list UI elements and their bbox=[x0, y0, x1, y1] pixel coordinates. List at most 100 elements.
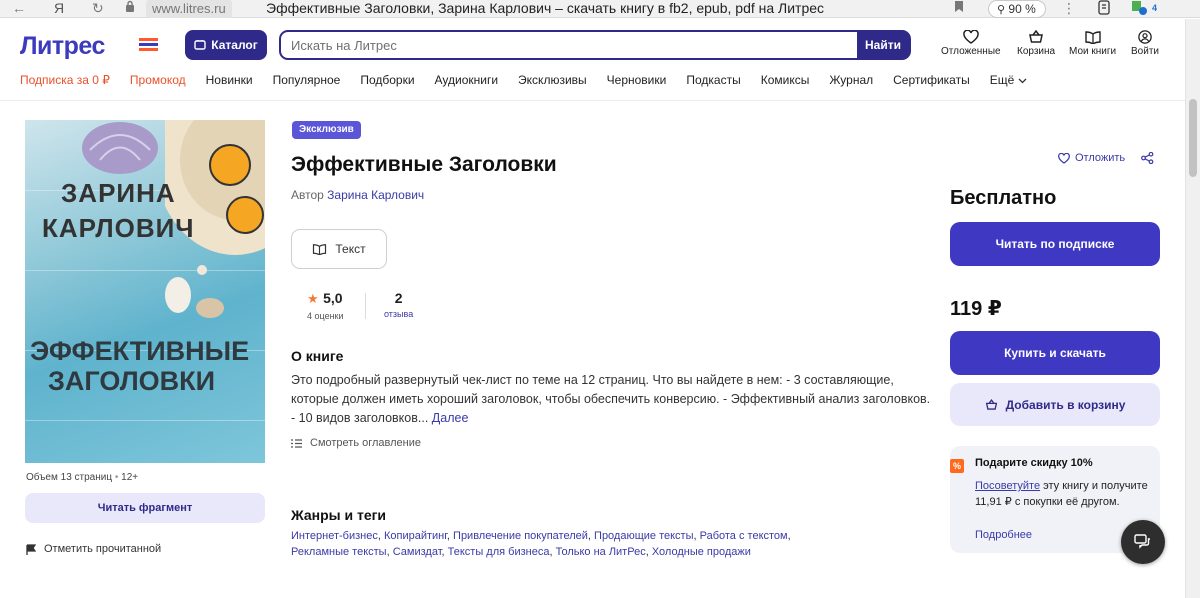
extension-badge: 4 bbox=[1152, 3, 1158, 13]
genre-tag[interactable]: Самиздат bbox=[393, 546, 442, 558]
chevron-down-icon bbox=[1018, 78, 1027, 84]
nav-journal[interactable]: Журнал bbox=[829, 73, 873, 89]
cover-title-line1: ЭФФЕКТИВНЫЕ bbox=[30, 336, 250, 366]
shell-illustration bbox=[82, 122, 158, 174]
defer-button[interactable]: Отложить bbox=[1058, 152, 1125, 164]
cover-author-line2: КАРЛОВИЧ bbox=[42, 213, 195, 243]
promo-more-link[interactable]: Подробнее bbox=[975, 529, 1032, 541]
chat-icon bbox=[1134, 534, 1150, 549]
genres-heading: Жанры и теги bbox=[291, 507, 387, 523]
genre-tag[interactable]: Продающие тексты bbox=[594, 530, 693, 542]
reviews-count: 2 bbox=[394, 290, 403, 306]
price: 119 ₽ bbox=[950, 298, 1002, 320]
catalog-label: Каталог bbox=[211, 38, 258, 52]
header-my-books-label: Мои книги bbox=[1069, 46, 1117, 57]
about-body: Это подробный развернутый чек-лист по те… bbox=[291, 373, 931, 425]
free-label: Бесплатно bbox=[950, 187, 1057, 209]
read-fragment-button[interactable]: Читать фрагмент bbox=[25, 493, 265, 523]
mark-read-link[interactable]: Отметить прочитанной bbox=[26, 543, 161, 555]
support-chat-button[interactable] bbox=[1121, 520, 1165, 564]
extension-icon[interactable] bbox=[1097, 0, 1111, 18]
nav-certificates[interactable]: Сертификаты bbox=[893, 73, 970, 89]
download-icon[interactable] bbox=[1131, 0, 1147, 18]
defer-label: Отложить bbox=[1075, 152, 1126, 164]
format-text-label: Текст bbox=[335, 242, 366, 256]
heart-icon bbox=[963, 30, 979, 44]
volume-pages: Объем 13 страниц bbox=[26, 472, 113, 483]
rating-value: 5,0 bbox=[323, 290, 343, 306]
search-input[interactable] bbox=[291, 32, 851, 58]
user-icon bbox=[1138, 30, 1152, 44]
url-domain[interactable]: www.litres.ru bbox=[146, 0, 232, 18]
book-cover[interactable]: ЗАРИНА КАРЛОВИЧ ЭФФЕКТИВНЫЕ ЗАГОЛОВКИ bbox=[25, 120, 265, 463]
genre-tag[interactable]: Интернет-бизнес bbox=[291, 530, 378, 542]
small-shells-illustration bbox=[165, 265, 224, 318]
main-nav: Подписка за 0 ₽ Промокод Новинки Популяр… bbox=[20, 73, 1027, 89]
header-deferred-label: Отложенные bbox=[941, 46, 1001, 57]
reload-icon[interactable]: ↻ bbox=[92, 0, 104, 18]
catalog-button[interactable]: Каталог bbox=[185, 30, 267, 60]
header-cart-label: Корзина bbox=[1017, 46, 1056, 57]
book-title: Эффективные Заголовки bbox=[291, 153, 557, 176]
read-more-link[interactable]: Далее bbox=[432, 411, 469, 425]
genre-tag[interactable]: Рекламные тексты bbox=[291, 546, 387, 558]
nav-exclusives[interactable]: Эксклюзивы bbox=[518, 73, 587, 89]
back-arrow-icon[interactable]: ← bbox=[12, 0, 26, 18]
genre-tag[interactable]: Копирайтинг bbox=[384, 530, 447, 542]
site-logo[interactable]: Литрес bbox=[20, 32, 105, 61]
genres-list: Интернет-бизнес, Копирайтинг, Привлечени… bbox=[291, 530, 791, 558]
header-deferred[interactable]: Отложенные bbox=[941, 30, 1001, 57]
author-link[interactable]: Зарина Карлович bbox=[327, 188, 424, 202]
genre-tag[interactable]: Тексты для бизнеса bbox=[448, 546, 550, 558]
nav-popular[interactable]: Популярное bbox=[273, 73, 341, 89]
nav-podcasts[interactable]: Подкасты bbox=[686, 73, 740, 89]
url-page-title[interactable]: Эффективные Заголовки, Зарина Карлович –… bbox=[266, 0, 824, 17]
promo-recommend-link[interactable]: Посоветуйте bbox=[975, 480, 1040, 492]
cart-icon bbox=[1029, 30, 1043, 43]
genre-tag[interactable]: Привлечение покупателей bbox=[453, 530, 588, 542]
read-by-subscription-button[interactable]: Читать по подписке bbox=[950, 222, 1160, 266]
browser-toolbar: ← Я ↻ www.litres.ru Эффективные Заголовк… bbox=[0, 0, 1200, 18]
add-to-cart-button[interactable]: Добавить в корзину bbox=[950, 383, 1160, 426]
promo-body: Посоветуйте эту книгу и получите 11,91 ₽… bbox=[975, 478, 1153, 510]
toc-link[interactable]: Смотреть оглавление bbox=[291, 437, 421, 449]
zoom-search-icon: ⚲ bbox=[997, 4, 1006, 16]
nav-more[interactable]: Ещё bbox=[990, 73, 1027, 89]
cart-icon bbox=[985, 398, 997, 410]
yandex-icon[interactable]: Я bbox=[54, 0, 64, 18]
nav-promocode[interactable]: Промокод bbox=[130, 73, 186, 89]
author-line: Автор Зарина Карлович bbox=[291, 188, 424, 202]
header-my-books[interactable]: Мои книги bbox=[1069, 30, 1116, 57]
header-login[interactable]: Войти bbox=[1131, 30, 1159, 57]
format-text-button[interactable]: Текст bbox=[291, 229, 387, 269]
share-icon[interactable] bbox=[1141, 152, 1154, 164]
scrollbar-thumb[interactable] bbox=[1189, 99, 1197, 177]
genre-tag[interactable]: Работа с текстом bbox=[700, 530, 788, 542]
rating-divider bbox=[365, 293, 366, 319]
search-box: Найти bbox=[279, 30, 911, 60]
buy-and-download-button[interactable]: Купить и скачать bbox=[950, 331, 1160, 375]
age-rating: 12+ bbox=[121, 472, 139, 483]
genre-tag[interactable]: Только на ЛитРес bbox=[556, 546, 646, 558]
nav-drafts[interactable]: Черновики bbox=[607, 73, 667, 89]
lock-icon[interactable] bbox=[125, 0, 135, 18]
reviews-block[interactable]: 2 отзыва bbox=[384, 290, 413, 319]
zoom-indicator[interactable]: ⚲ 90 % bbox=[988, 0, 1046, 18]
nav-comics[interactable]: Комиксы bbox=[761, 73, 810, 89]
bookmark-icon[interactable] bbox=[954, 0, 964, 18]
about-text: Это подробный развернутый чек-лист по те… bbox=[291, 371, 931, 428]
book-volume: Объем 13 страниц • 12+ bbox=[26, 472, 139, 483]
more-options-icon[interactable]: ⋮ bbox=[1062, 0, 1076, 18]
genre-tag[interactable]: Холодные продажи bbox=[652, 546, 751, 558]
search-button[interactable]: Найти bbox=[857, 32, 909, 58]
nav-collections[interactable]: Подборки bbox=[360, 73, 414, 89]
mark-read-label: Отметить прочитанной bbox=[44, 543, 162, 555]
add-to-cart-label: Добавить в корзину bbox=[1005, 397, 1126, 412]
nav-new[interactable]: Новинки bbox=[206, 73, 253, 89]
zoom-value: 90 % bbox=[1008, 2, 1036, 16]
header-cart[interactable]: Корзина bbox=[1017, 30, 1055, 57]
page-scrollbar[interactable] bbox=[1185, 19, 1200, 598]
nav-audiobooks[interactable]: Аудиокниги bbox=[435, 73, 499, 89]
nav-subscription[interactable]: Подписка за 0 ₽ bbox=[20, 73, 110, 89]
list-icon bbox=[291, 438, 302, 448]
